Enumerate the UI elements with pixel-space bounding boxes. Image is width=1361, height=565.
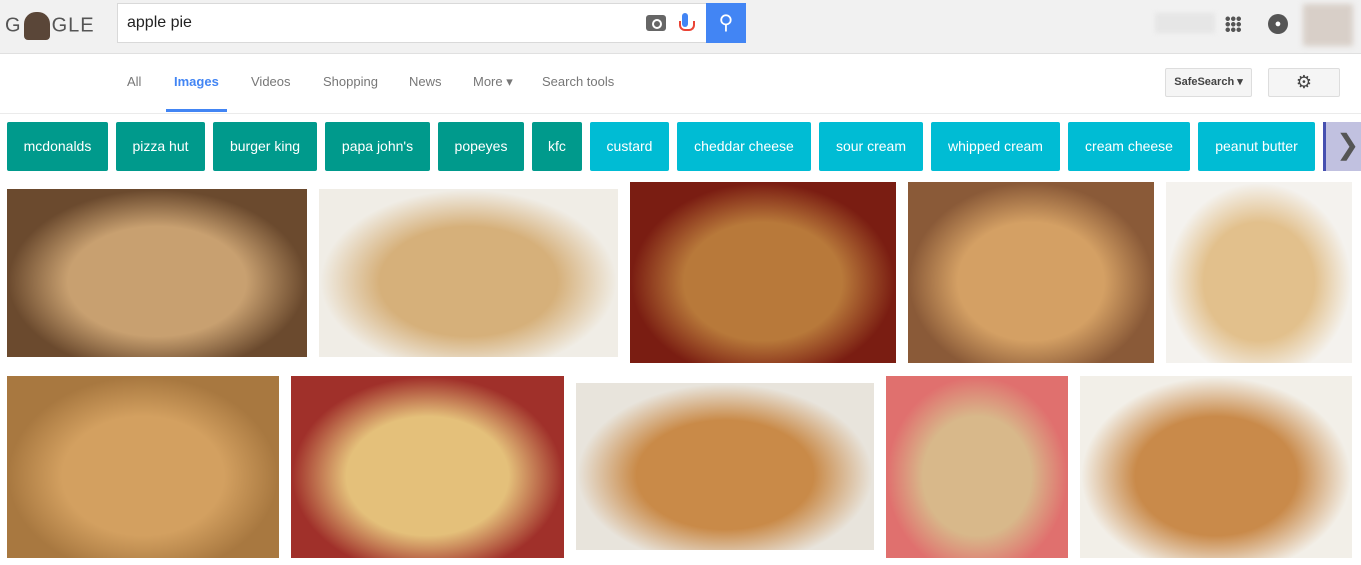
avatar[interactable] <box>1303 4 1353 46</box>
image-result-apple-pie[interactable] <box>1080 376 1352 558</box>
chip-burger-king[interactable]: burger king <box>213 122 317 171</box>
safesearch-button[interactable]: SafeSearch ▾ <box>1165 68 1252 97</box>
chip-mcdonalds[interactable]: mcdonalds <box>7 122 108 171</box>
settings-button[interactable]: ⚙ <box>1268 68 1340 97</box>
chip-peanut-butter[interactable]: peanut butter <box>1198 122 1315 171</box>
image-result-apple-pie[interactable] <box>291 376 564 558</box>
search-box[interactable]: apple pie <box>117 3 707 43</box>
image-result-apple-pie[interactable] <box>630 182 896 363</box>
tab-all[interactable]: All <box>127 74 141 89</box>
tab-images[interactable]: Images <box>174 74 219 89</box>
chip-custard[interactable]: custard <box>590 122 669 171</box>
chips-next-arrow-icon[interactable]: ❯ <box>1323 122 1361 171</box>
image-result-apple-pie[interactable] <box>319 189 618 357</box>
divider <box>0 113 1361 114</box>
apps-grid-icon[interactable] <box>1225 16 1241 32</box>
tab-shopping[interactable]: Shopping <box>323 74 378 89</box>
chip-papa-john-s[interactable]: papa john's <box>325 122 430 171</box>
account-name-blurred <box>1155 13 1215 33</box>
notifications-bell-icon[interactable]: ● <box>1268 14 1288 34</box>
tab-videos[interactable]: Videos <box>251 74 291 89</box>
image-result-apple-pie[interactable] <box>886 376 1068 558</box>
image-result-apple-pie[interactable] <box>7 376 279 558</box>
chip-sour-cream[interactable]: sour cream <box>819 122 923 171</box>
image-result-apple-pie[interactable] <box>908 182 1154 363</box>
magnifier-icon: ⚲ <box>718 12 734 34</box>
image-result-apple-pie[interactable] <box>7 189 307 357</box>
chip-popeyes[interactable]: popeyes <box>438 122 524 171</box>
image-result-apple-pie[interactable] <box>576 383 874 550</box>
search-input[interactable]: apple pie <box>127 14 192 32</box>
header-bar: G GLE apple pie ⚲ ● <box>0 0 1361 54</box>
active-tab-indicator <box>166 109 227 112</box>
tab-news[interactable]: News <box>409 74 442 89</box>
camera-icon[interactable] <box>646 15 666 31</box>
search-tools[interactable]: Search tools <box>542 74 614 89</box>
search-button[interactable]: ⚲ <box>706 3 746 43</box>
google-doodle-logo[interactable]: G GLE <box>5 12 95 40</box>
chip-pizza-hut[interactable]: pizza hut <box>116 122 205 171</box>
gear-icon: ⚙ <box>1295 72 1313 92</box>
chip-whipped-cream[interactable]: whipped cream <box>931 122 1060 171</box>
chip-cream-cheese[interactable]: cream cheese <box>1068 122 1190 171</box>
image-result-apple-pie[interactable] <box>1166 182 1352 363</box>
chip-kfc[interactable]: kfc <box>532 122 582 171</box>
chip-cheddar-cheese[interactable]: cheddar cheese <box>677 122 811 171</box>
microphone-icon[interactable] <box>679 13 695 31</box>
tab-more[interactable]: More ▾ <box>473 74 513 90</box>
